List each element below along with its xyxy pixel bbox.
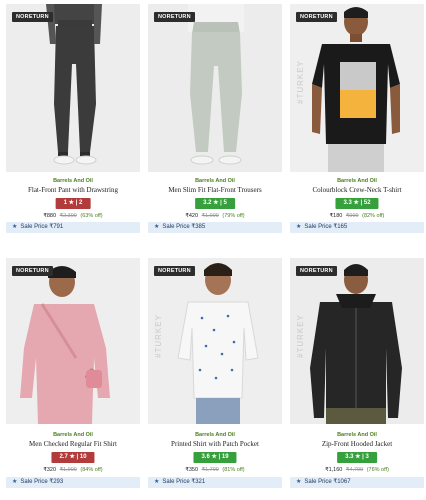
star-icon: ★ — [12, 224, 18, 230]
sale-price-banner: ★ Sale Price ₹791 — [6, 222, 140, 233]
noreturn-badge: NORETURN — [296, 12, 337, 22]
sale-price: Sale Price ₹791 — [20, 224, 64, 230]
mrp: ₹999 — [345, 213, 359, 219]
brand-label: Barrels And Oil — [195, 432, 235, 438]
rating-badge: 3.3 ★ | 3 — [337, 452, 377, 463]
star-icon: ★ — [154, 479, 160, 485]
discount: (82% off) — [362, 213, 385, 219]
pants-image — [6, 4, 140, 172]
discount: (76% off) — [366, 467, 389, 473]
price-row: ₹180 ₹999 (82% off) — [290, 213, 424, 219]
price-row: ₹350 ₹1,799 (81% off) — [148, 467, 282, 473]
rating-badge: 3.2 ★ | 5 — [195, 198, 235, 209]
sale-price: Sale Price ₹165 — [304, 224, 348, 230]
product-card[interactable]: NORETURN #TURKEY Barrels And Oil Printed… — [148, 258, 282, 492]
price: ₹420 — [185, 213, 199, 219]
sale-price: Sale Price ₹385 — [162, 224, 206, 230]
watermark-text: #TURKEY — [154, 314, 163, 358]
star-icon: ★ — [12, 479, 18, 485]
trousers-image — [148, 4, 282, 172]
rating-badge: 1 ★ | 2 — [55, 198, 91, 209]
noreturn-badge: NORETURN — [12, 12, 53, 22]
product-card[interactable]: NORETURN #TURKEY Barrels And Oil Colourb… — [290, 4, 424, 233]
product-name[interactable]: Men Checked Regular Fit Shirt — [6, 440, 140, 448]
watermark-text: #TURKEY — [296, 60, 305, 104]
product-image[interactable]: NORETURN #TURKEY — [290, 258, 424, 424]
sale-price: Sale Price ₹293 — [20, 479, 64, 485]
product-name[interactable]: Printed Shirt with Patch Pocket — [148, 440, 282, 448]
rating-badge: 2.7 ★ | 10 — [51, 452, 95, 463]
mrp: ₹4,799 — [345, 467, 364, 473]
noreturn-badge: NORETURN — [12, 266, 53, 276]
discount: (63% off) — [80, 213, 103, 219]
sale-price-banner: ★ Sale Price ₹321 — [148, 477, 282, 488]
sale-price-banner: ★ Sale Price ₹1067 — [290, 477, 424, 488]
product-image[interactable]: NORETURN #TURKEY — [148, 258, 282, 424]
watermark-text: #TURKEY — [296, 314, 305, 358]
product-card[interactable]: NORETURN Barrels And Oil Flat-Front Pant… — [6, 4, 140, 233]
brand-label: Barrels And Oil — [53, 432, 93, 438]
sale-price-banner: ★ Sale Price ₹385 — [148, 222, 282, 233]
printed-shirt-image — [148, 258, 282, 424]
sale-price: Sale Price ₹1067 — [304, 479, 351, 485]
noreturn-badge: NORETURN — [154, 12, 195, 22]
star-icon: ★ — [296, 479, 302, 485]
product-card[interactable]: NORETURN Barrels And Oil Men Checked Reg… — [6, 258, 140, 492]
price: ₹180 — [329, 213, 343, 219]
sale-price-banner: ★ Sale Price ₹293 — [6, 477, 140, 488]
product-image[interactable]: NORETURN — [6, 4, 140, 172]
shirt-image — [6, 258, 140, 424]
price-row: ₹420 ₹1,999 (79% off) — [148, 213, 282, 219]
noreturn-badge: NORETURN — [296, 266, 337, 276]
product-grid: NORETURN Barrels And Oil Flat-Front Pant… — [0, 0, 426, 500]
star-icon: ★ — [296, 224, 302, 230]
jacket-image — [290, 258, 424, 424]
price-row: ₹320 ₹1,999 (84% off) — [6, 467, 140, 473]
rating-badge: 3.6 ★ | 19 — [193, 452, 237, 463]
price: ₹1,160 — [325, 467, 343, 473]
discount: (79% off) — [222, 213, 245, 219]
discount: (84% off) — [80, 467, 103, 473]
price: ₹880 — [43, 213, 57, 219]
product-name[interactable]: Zip-Front Hooded Jacket — [290, 440, 424, 448]
product-card[interactable]: NORETURN #TURKEY Barrels And Oil Zip-Fro… — [290, 258, 424, 492]
rating-badge: 3.3 ★ | 52 — [335, 198, 379, 209]
product-image[interactable]: NORETURN #TURKEY — [290, 4, 424, 172]
brand-label: Barrels And Oil — [195, 178, 235, 184]
product-image[interactable]: NORETURN — [6, 258, 140, 424]
sale-price: Sale Price ₹321 — [162, 479, 206, 485]
product-name[interactable]: Colourblock Crew-Neck T-shirt — [290, 186, 424, 194]
tshirt-image — [290, 4, 424, 172]
brand-label: Barrels And Oil — [337, 432, 377, 438]
mrp: ₹1,799 — [201, 467, 219, 473]
price-row: ₹880 ₹2,399 (63% off) — [6, 213, 140, 219]
mrp: ₹2,399 — [59, 213, 77, 219]
price: ₹350 — [185, 467, 199, 473]
price: ₹320 — [43, 467, 57, 473]
brand-label: Barrels And Oil — [53, 178, 93, 184]
product-card[interactable]: NORETURN Barrels And Oil Men Slim Fit Fl… — [148, 4, 282, 233]
price-row: ₹1,160 ₹4,799 (76% off) — [290, 467, 424, 473]
sale-price-banner: ★ Sale Price ₹165 — [290, 222, 424, 233]
product-name[interactable]: Flat-Front Pant with Drawstring — [6, 186, 140, 194]
noreturn-badge: NORETURN — [154, 266, 195, 276]
discount: (81% off) — [222, 467, 245, 473]
star-icon: ★ — [154, 224, 160, 230]
product-name[interactable]: Men Slim Fit Flat-Front Trousers — [148, 186, 282, 194]
product-image[interactable]: NORETURN — [148, 4, 282, 172]
mrp: ₹1,999 — [59, 467, 77, 473]
mrp: ₹1,999 — [201, 213, 219, 219]
brand-label: Barrels And Oil — [337, 178, 377, 184]
